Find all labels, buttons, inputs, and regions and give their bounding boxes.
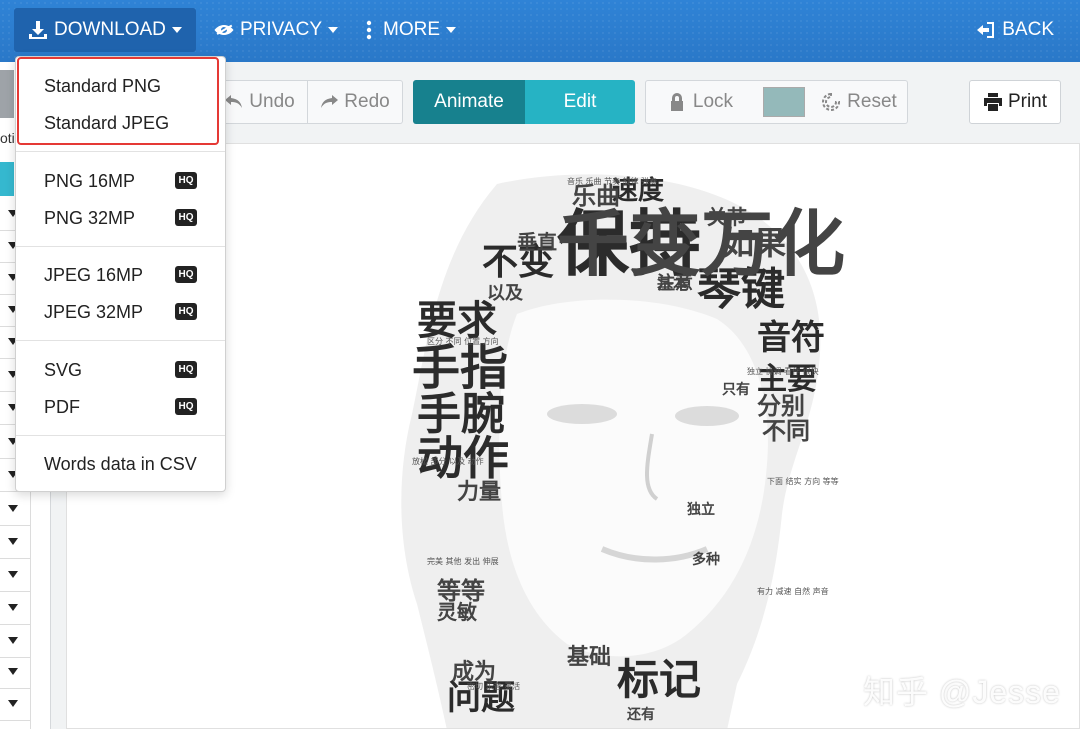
menu-divider: [16, 340, 225, 341]
hq-badge: HQ: [175, 172, 197, 189]
menu-item-png-32mp[interactable]: PNG 32MP: [44, 208, 135, 229]
download-dropdown-menu: Standard PNG Standard JPEG PNG 16MP HQ P…: [15, 56, 226, 492]
dropdown-arrow-icon[interactable]: [8, 571, 18, 578]
menu-item-standard-jpeg[interactable]: Standard JPEG: [44, 113, 169, 134]
zhihu-watermark: 知乎 @Jesse: [863, 674, 1061, 710]
cloud-word: 基础: [567, 644, 611, 670]
dropdown-arrow-icon[interactable]: [8, 538, 18, 545]
back-button[interactable]: BACK: [976, 8, 1054, 52]
left-panel-partial-label: otic: [0, 130, 14, 146]
cloud-word: 还有: [626, 706, 655, 723]
dropdown-arrow-icon[interactable]: [8, 668, 18, 675]
refresh-icon: [822, 92, 841, 111]
more-label: MORE: [383, 19, 440, 40]
eye-slash-icon: [214, 24, 234, 35]
privacy-label: PRIVACY: [240, 19, 323, 40]
cloud-word: 以及: [487, 283, 524, 304]
svg-text:密切 乐音 灵活: 密切 乐音 灵活: [467, 681, 520, 691]
download-label: DOWNLOAD: [54, 19, 166, 40]
color-picker-button[interactable]: [756, 80, 812, 124]
left-panel-active-row[interactable]: [0, 162, 14, 196]
undo-icon: [225, 95, 243, 108]
menu-item-jpeg-32mp[interactable]: JPEG 32MP: [44, 302, 143, 323]
dropdown-arrow-icon[interactable]: [8, 637, 18, 644]
cloud-word: 垂直: [517, 230, 557, 254]
vertical-ellipsis-icon: [366, 20, 372, 40]
svg-text:放松 部分 以及 动作: 放松 部分 以及 动作: [412, 456, 484, 466]
redo-button[interactable]: Redo: [308, 80, 403, 124]
print-button[interactable]: Print: [969, 80, 1061, 124]
left-panel-row-divider: [0, 525, 30, 526]
cloud-word: 灵敏: [437, 600, 478, 624]
dropdown-arrow-icon[interactable]: [8, 505, 18, 512]
left-panel-row-divider: [0, 657, 30, 658]
svg-text:音乐 乐曲 节奏 旋律 弹奏: 音乐 乐曲 节奏 旋律 弹奏: [567, 176, 657, 186]
redo-icon: [321, 95, 339, 108]
svg-text:有力 减速 自然 声音: 有力 减速 自然 声音: [757, 586, 829, 596]
reset-label: Reset: [847, 91, 897, 112]
download-menu-button[interactable]: DOWNLOAD: [14, 8, 196, 52]
menu-item-svg[interactable]: SVG: [44, 360, 82, 381]
cloud-word: 独立: [687, 501, 715, 518]
hq-badge: HQ: [175, 398, 197, 415]
lock-icon: [670, 93, 683, 111]
edit-button[interactable]: Edit: [525, 80, 635, 124]
dropdown-arrow-icon[interactable]: [8, 604, 18, 611]
menu-item-standard-png[interactable]: Standard PNG: [44, 76, 161, 97]
cloud-word: 手指: [412, 340, 508, 396]
sign-out-icon: [977, 22, 995, 38]
svg-text:独立 协调 看作 很快: 独立 协调 看作 很快: [747, 366, 819, 376]
cloud-word: 只有: [722, 381, 750, 398]
menu-item-pdf[interactable]: PDF: [44, 397, 80, 418]
left-panel-row-divider: [0, 624, 30, 625]
cloud-word: 标记: [617, 655, 701, 704]
left-panel-row-divider: [0, 688, 30, 689]
privacy-menu-button[interactable]: PRIVACY: [214, 8, 339, 52]
cloud-word: 音符: [757, 318, 825, 358]
printer-icon: [983, 93, 1002, 111]
print-label: Print: [1007, 91, 1048, 112]
redo-label: Redo: [344, 91, 390, 112]
left-panel-row-divider: [0, 591, 30, 592]
reset-button[interactable]: Reset: [811, 80, 908, 124]
back-label: BACK: [1002, 19, 1054, 40]
chevron-down-icon: [446, 27, 456, 33]
cloud-word: 力量: [457, 479, 501, 505]
dropdown-arrow-icon[interactable]: [8, 700, 18, 707]
cloud-word: 不同: [762, 416, 810, 445]
left-panel-tab[interactable]: [0, 70, 14, 118]
more-menu-button[interactable]: MORE: [365, 8, 456, 52]
svg-text:完美 其他 发出 伸展: 完美 其他 发出 伸展: [427, 556, 499, 566]
hq-badge: HQ: [175, 266, 197, 283]
undo-button[interactable]: Undo: [212, 80, 308, 124]
svg-text:下面 结实 方向 等等: 下面 结实 方向 等等: [767, 476, 839, 486]
edit-label: Edit: [563, 91, 597, 112]
animate-label: Animate: [434, 91, 504, 112]
left-panel-row-divider: [0, 720, 30, 721]
menu-divider: [16, 246, 225, 247]
cloud-word: 多种: [692, 551, 720, 568]
menu-divider: [16, 151, 225, 152]
menu-divider: [16, 435, 225, 436]
cloud-word: 千变万化: [557, 201, 845, 286]
menu-item-png-16mp[interactable]: PNG 16MP: [44, 171, 135, 192]
chevron-down-icon: [171, 27, 182, 33]
hq-badge: HQ: [175, 209, 197, 226]
menu-item-words-csv[interactable]: Words data in CSV: [44, 454, 197, 475]
svg-text:区分 不同 位置 方向: 区分 不同 位置 方向: [427, 336, 499, 346]
lock-button[interactable]: Lock: [645, 80, 757, 124]
undo-label: Undo: [249, 91, 295, 112]
animate-button[interactable]: Animate: [413, 80, 525, 124]
color-swatch: [762, 87, 805, 117]
hq-badge: HQ: [175, 361, 197, 378]
hq-badge: HQ: [175, 303, 197, 320]
chevron-down-icon: [328, 27, 339, 33]
left-panel-row-divider: [0, 558, 30, 559]
lock-label: Lock: [692, 91, 734, 112]
download-icon: [29, 21, 47, 39]
menu-item-jpeg-16mp[interactable]: JPEG 16MP: [44, 265, 143, 286]
